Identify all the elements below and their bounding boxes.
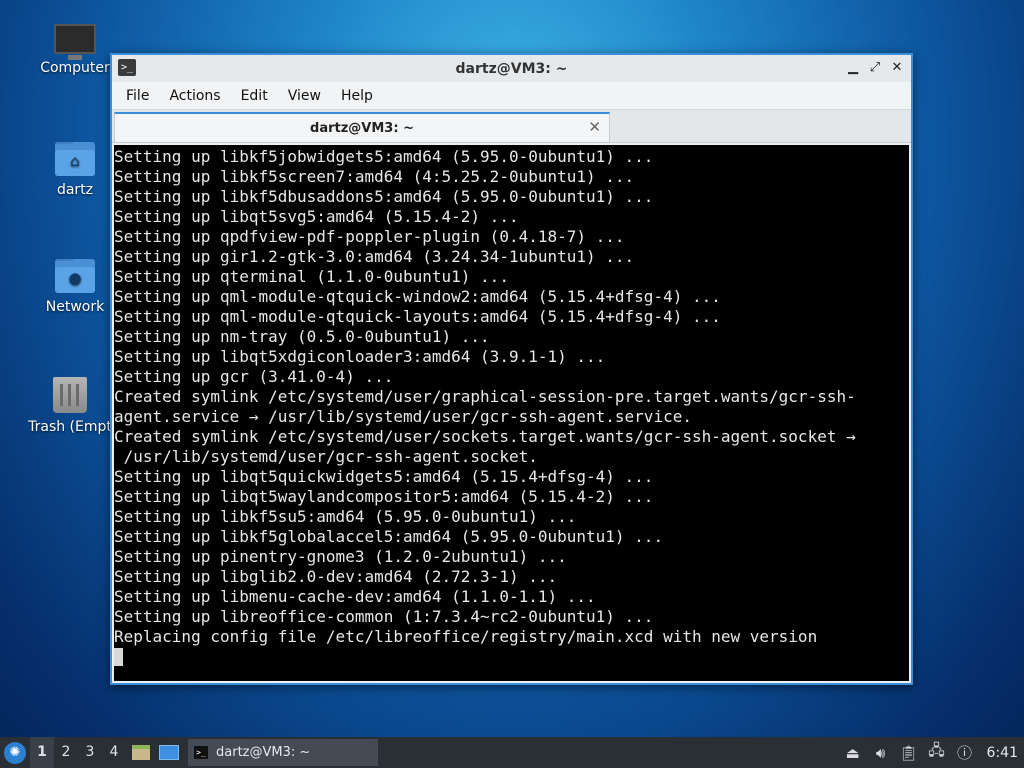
terminal-line: Setting up qpdfview-pdf-poppler-plugin (… [114,227,625,246]
menu-help[interactable]: Help [333,88,381,104]
trash-icon [28,377,112,413]
workspace-3[interactable]: 3 [78,737,102,768]
workspace-2[interactable]: 2 [54,737,78,768]
terminal-app-icon[interactable]: >_ [118,59,136,76]
terminal-line: Setting up libkf5globalaccel5:amd64 (5.9… [114,527,664,546]
notification-icon[interactable]: ⓘ [951,737,979,768]
system-tray: ⏏ 🔊︎ 📋︎ 🖧 ⓘ 6:41 [839,737,1024,768]
terminal-output[interactable]: Setting up libkf5jobwidgets5:amd64 (5.95… [114,145,909,681]
task-label: dartz@VM3: ~ [216,745,311,760]
terminal-line: Setting up libglib2.0-dev:amd64 (2.72.3-… [114,567,558,586]
terminal-line: /usr/lib/systemd/user/gcr-ssh-agent.sock… [114,447,538,466]
desktop-icon-home[interactable]: ⌂ dartz [29,142,121,198]
terminal-line: Setting up libqt5waylandcompositor5:amd6… [114,487,654,506]
menu-file[interactable]: File [118,88,157,104]
terminal-line: Setting up qterminal (1.1.0-0ubuntu1) ..… [114,267,509,286]
terminal-line: Setting up libkf5screen7:amd64 (4:5.25.2… [114,167,635,186]
desktop-icon [159,745,179,760]
text-cursor [114,648,123,666]
terminal-line: Setting up libkf5dbusaddons5:amd64 (5.95… [114,187,654,206]
menu-edit[interactable]: Edit [233,88,276,104]
lubuntu-logo-icon: ✺ [4,741,26,764]
network-folder-icon: ● [29,259,121,293]
desktop-icon-computer[interactable]: Computer [29,24,121,76]
terminal-line: Setting up pinentry-gnome3 (1.2.0-2ubunt… [114,547,567,566]
terminal-line: agent.service → /usr/lib/systemd/user/gc… [114,407,692,426]
terminal-line: Replacing config file /etc/libreoffice/r… [114,627,818,646]
terminal-line: Created symlink /etc/systemd/user/socket… [114,427,856,446]
terminal-line: Setting up qml-module-qtquick-window2:am… [114,287,721,306]
computer-icon [29,24,121,60]
desktop-icon-label: dartz [56,182,94,198]
show-desktop-launcher[interactable] [156,737,182,768]
window-titlebar[interactable]: >_ dartz@VM3: ~ ▁ ⤢ ✕ [112,55,911,82]
terminal-line: Setting up gcr (3.41.0-4) ... [114,367,394,386]
terminal-line: Setting up libqt5xdgiconloader3:amd64 (3… [114,347,606,366]
volume-icon[interactable]: 🔊︎ [867,737,895,768]
window-title: dartz@VM3: ~ [455,60,568,77]
menu-bar: File Actions Edit View Help [112,82,911,110]
tab-bar: dartz@VM3: ~ ✕ [112,110,911,143]
maximize-button[interactable]: ⤢ [865,58,885,78]
terminal-line: Created symlink /etc/systemd/user/graphi… [114,387,856,406]
terminal-line: Setting up libmenu-cache-dev:amd64 (1.1.… [114,587,596,606]
taskbar-task-terminal[interactable]: >_ dartz@VM3: ~ [188,739,378,766]
tab-close-icon[interactable]: ✕ [588,118,601,136]
terminal-task-icon: >_ [194,746,208,759]
clock[interactable]: 6:41 [979,745,1024,761]
network-icon[interactable]: 🖧 [923,737,951,768]
terminal-line: Setting up gir1.2-gtk-3.0:amd64 (3.24.34… [114,247,635,266]
desktop-icon-label: Network [45,299,105,315]
workspace-4[interactable]: 4 [102,737,126,768]
desktop-icon-label: Trash (Empt [28,419,112,435]
menu-actions[interactable]: Actions [161,88,228,104]
menu-view[interactable]: View [280,88,329,104]
desktop-icon-trash[interactable]: Trash (Empt [28,377,112,435]
start-menu-button[interactable]: ✺ [0,737,30,768]
window-controls: ▁ ⤢ ✕ [843,58,907,78]
terminal-line: Setting up libkf5jobwidgets5:amd64 (5.95… [114,147,654,166]
tab-label: dartz@VM3: ~ [310,120,414,136]
clipboard-icon[interactable]: 📋︎ [895,737,923,768]
desktop-icon-network[interactable]: ● Network [29,259,121,315]
terminal-line: Setting up libqt5quickwidgets5:amd64 (5.… [114,467,654,486]
file-manager-icon [132,745,150,760]
eject-icon[interactable]: ⏏ [839,737,867,768]
terminal-window: >_ dartz@VM3: ~ ▁ ⤢ ✕ File Actions Edit … [110,53,913,685]
terminal-line: Setting up libkf5su5:amd64 (5.95.0-0ubun… [114,507,577,526]
minimize-button[interactable]: ▁ [843,58,863,78]
terminal-prompt-line [114,647,909,667]
desktop-icon-label: Computer [40,60,110,76]
tab-terminal[interactable]: dartz@VM3: ~ ✕ [114,112,610,142]
terminal-line: Setting up nm-tray (0.5.0-0ubuntu1) ... [114,327,490,346]
terminal-line: Setting up libreoffice-common (1:7.3.4~r… [114,607,654,626]
terminal-line: Setting up libqt5svg5:amd64 (5.15.4-2) .… [114,207,519,226]
taskbar: ✺ 1 2 3 4 >_ dartz@VM3: ~ ⏏ 🔊︎ 📋︎ 🖧 ⓘ 6:… [0,737,1024,768]
workspace-1[interactable]: 1 [30,737,54,768]
home-folder-icon: ⌂ [29,142,121,176]
file-manager-launcher[interactable] [128,737,154,768]
terminal-line: Setting up qml-module-qtquick-layouts:am… [114,307,721,326]
close-button[interactable]: ✕ [887,58,907,78]
